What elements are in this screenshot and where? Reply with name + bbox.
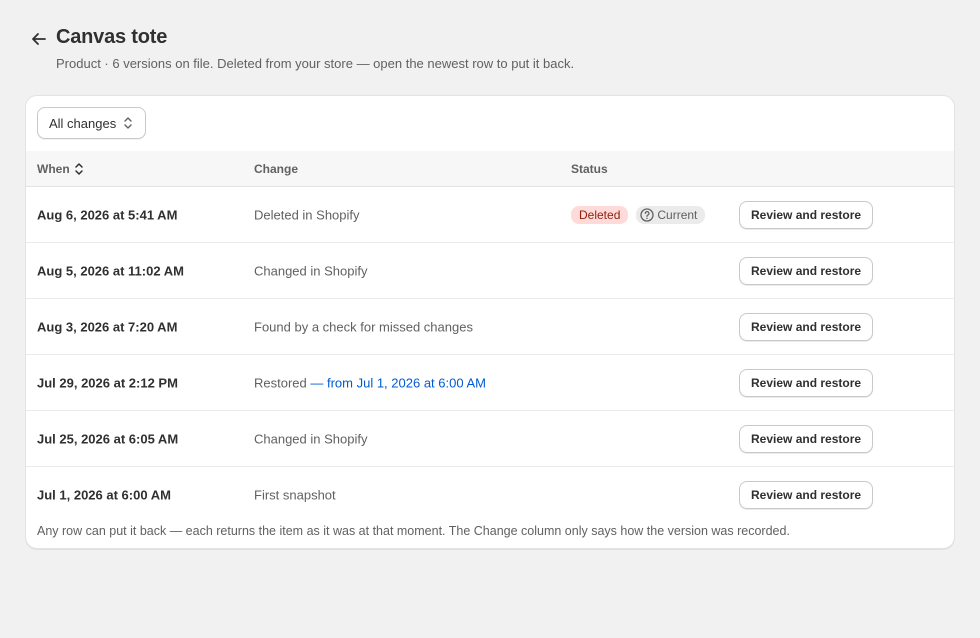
table-row: Aug 6, 2026 at 5:41 AM Deleted in Shopif… [26,187,954,243]
status-badge-current: Current [636,205,706,224]
status-badge-current-label: Current [657,207,698,222]
table-header: When Change Status [26,151,954,187]
column-header-when[interactable]: When [37,162,84,176]
column-header-when-label: When [37,162,70,176]
row-when: Jul 25, 2026 at 6:05 AM [37,431,179,446]
footnote: Any row can put it back — each returns t… [37,524,790,538]
restored-from-link[interactable]: — from Jul 1, 2026 at 6:00 AM [310,375,486,390]
row-when: Aug 6, 2026 at 5:41 AM [37,207,178,222]
table-row: Jul 29, 2026 at 2:12 PM Restored — from … [26,355,954,411]
row-change: Deleted in Shopify [254,207,360,222]
page-title: Canvas tote [56,26,168,48]
table-row: Aug 5, 2026 at 11:02 AM Changed in Shopi… [26,243,954,299]
review-and-restore-button[interactable]: Review and restore [739,424,874,453]
column-header-status: Status [571,162,608,176]
table-row: Jul 1, 2026 at 6:00 AM First snapshot Re… [26,467,954,523]
review-and-restore-button[interactable]: Review and restore [739,256,874,285]
row-when: Jul 29, 2026 at 2:12 PM [37,375,178,390]
row-status: Deleted Current [571,205,706,224]
table-row: Jul 25, 2026 at 6:05 AM Changed in Shopi… [26,411,954,467]
review-and-restore-button[interactable]: Review and restore [739,312,874,341]
versions-card: All changes When Change Status Aug 6, 20… [25,95,955,549]
row-change: Found by a check for missed changes [254,319,473,334]
arrow-left-icon [32,33,46,45]
page-subtitle: Product · 6 versions on file. Deleted fr… [56,56,575,71]
row-change: Changed in Shopify [254,431,368,446]
row-change: Changed in Shopify [254,263,368,278]
question-circle-icon [640,207,655,222]
chevron-up-down-icon [124,117,132,129]
filter-select[interactable]: All changes [37,107,147,139]
status-badge-deleted: Deleted [571,205,629,224]
row-when: Aug 5, 2026 at 11:02 AM [37,263,184,278]
table-row: Aug 3, 2026 at 7:20 AM Found by a check … [26,299,954,355]
filter-label: All changes [49,115,117,131]
review-and-restore-button[interactable]: Review and restore [739,200,874,229]
row-when: Aug 3, 2026 at 7:20 AM [37,319,178,334]
sort-icon [74,163,83,175]
row-change: Restored — from Jul 1, 2026 at 6:00 AM [254,375,486,390]
row-when: Jul 1, 2026 at 6:00 AM [37,487,171,503]
review-and-restore-button[interactable]: Review and restore [739,481,874,509]
row-change: First snapshot [254,487,336,503]
row-change-text: Restored [254,375,307,390]
back-button[interactable] [28,28,50,50]
review-and-restore-button[interactable]: Review and restore [739,368,874,397]
column-header-change: Change [254,162,299,176]
